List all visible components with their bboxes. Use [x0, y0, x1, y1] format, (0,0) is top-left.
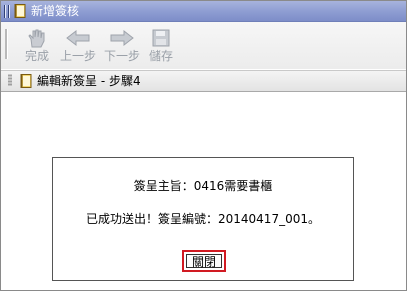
previous-step-label: 上一步 — [59, 49, 96, 63]
title-bar: 新增簽核 — [1, 1, 406, 22]
toolbar-grip — [5, 29, 8, 59]
save-button[interactable]: 儲存 — [141, 26, 181, 68]
save-icon — [152, 29, 170, 47]
save-label: 儲存 — [148, 49, 173, 63]
notebook-icon — [14, 4, 26, 18]
app-window: 新增簽核 完成 上一步 下一步 儲存 編輯新簽呈 - 步驟4 簽呈主旨：0416… — [0, 0, 407, 291]
close-button[interactable]: 關閉 — [186, 254, 222, 269]
finish-button[interactable]: 完成 — [17, 26, 57, 68]
step-header: 編輯新簽呈 - 步驟4 — [1, 70, 406, 92]
back-arrow-icon — [66, 29, 90, 47]
next-step-button[interactable]: 下一步 — [102, 26, 142, 68]
toolbar: 完成 上一步 下一步 儲存 — [1, 22, 406, 69]
next-step-label: 下一步 — [103, 49, 140, 63]
titlebar-grip — [8, 5, 9, 18]
success-message: 已成功送出！簽呈編號：20140417_001。 — [86, 212, 320, 226]
step-title: 編輯新簽呈 - 步驟4 — [37, 74, 141, 88]
titlebar-grip — [4, 5, 5, 18]
window-title: 新增簽核 — [31, 4, 80, 18]
subject-line: 簽呈主旨：0416需要書櫃 — [133, 179, 273, 193]
close-button-highlight: 關閉 — [182, 250, 226, 272]
hand-icon — [28, 29, 45, 48]
confirmation-dialog: 簽呈主旨：0416需要書櫃 已成功送出！簽呈編號：20140417_001。 關… — [52, 157, 354, 281]
forward-arrow-icon — [110, 29, 134, 47]
header-grip — [8, 74, 12, 86]
notebook-icon — [20, 74, 32, 88]
finish-label: 完成 — [24, 49, 49, 63]
previous-step-button[interactable]: 上一步 — [58, 26, 98, 68]
